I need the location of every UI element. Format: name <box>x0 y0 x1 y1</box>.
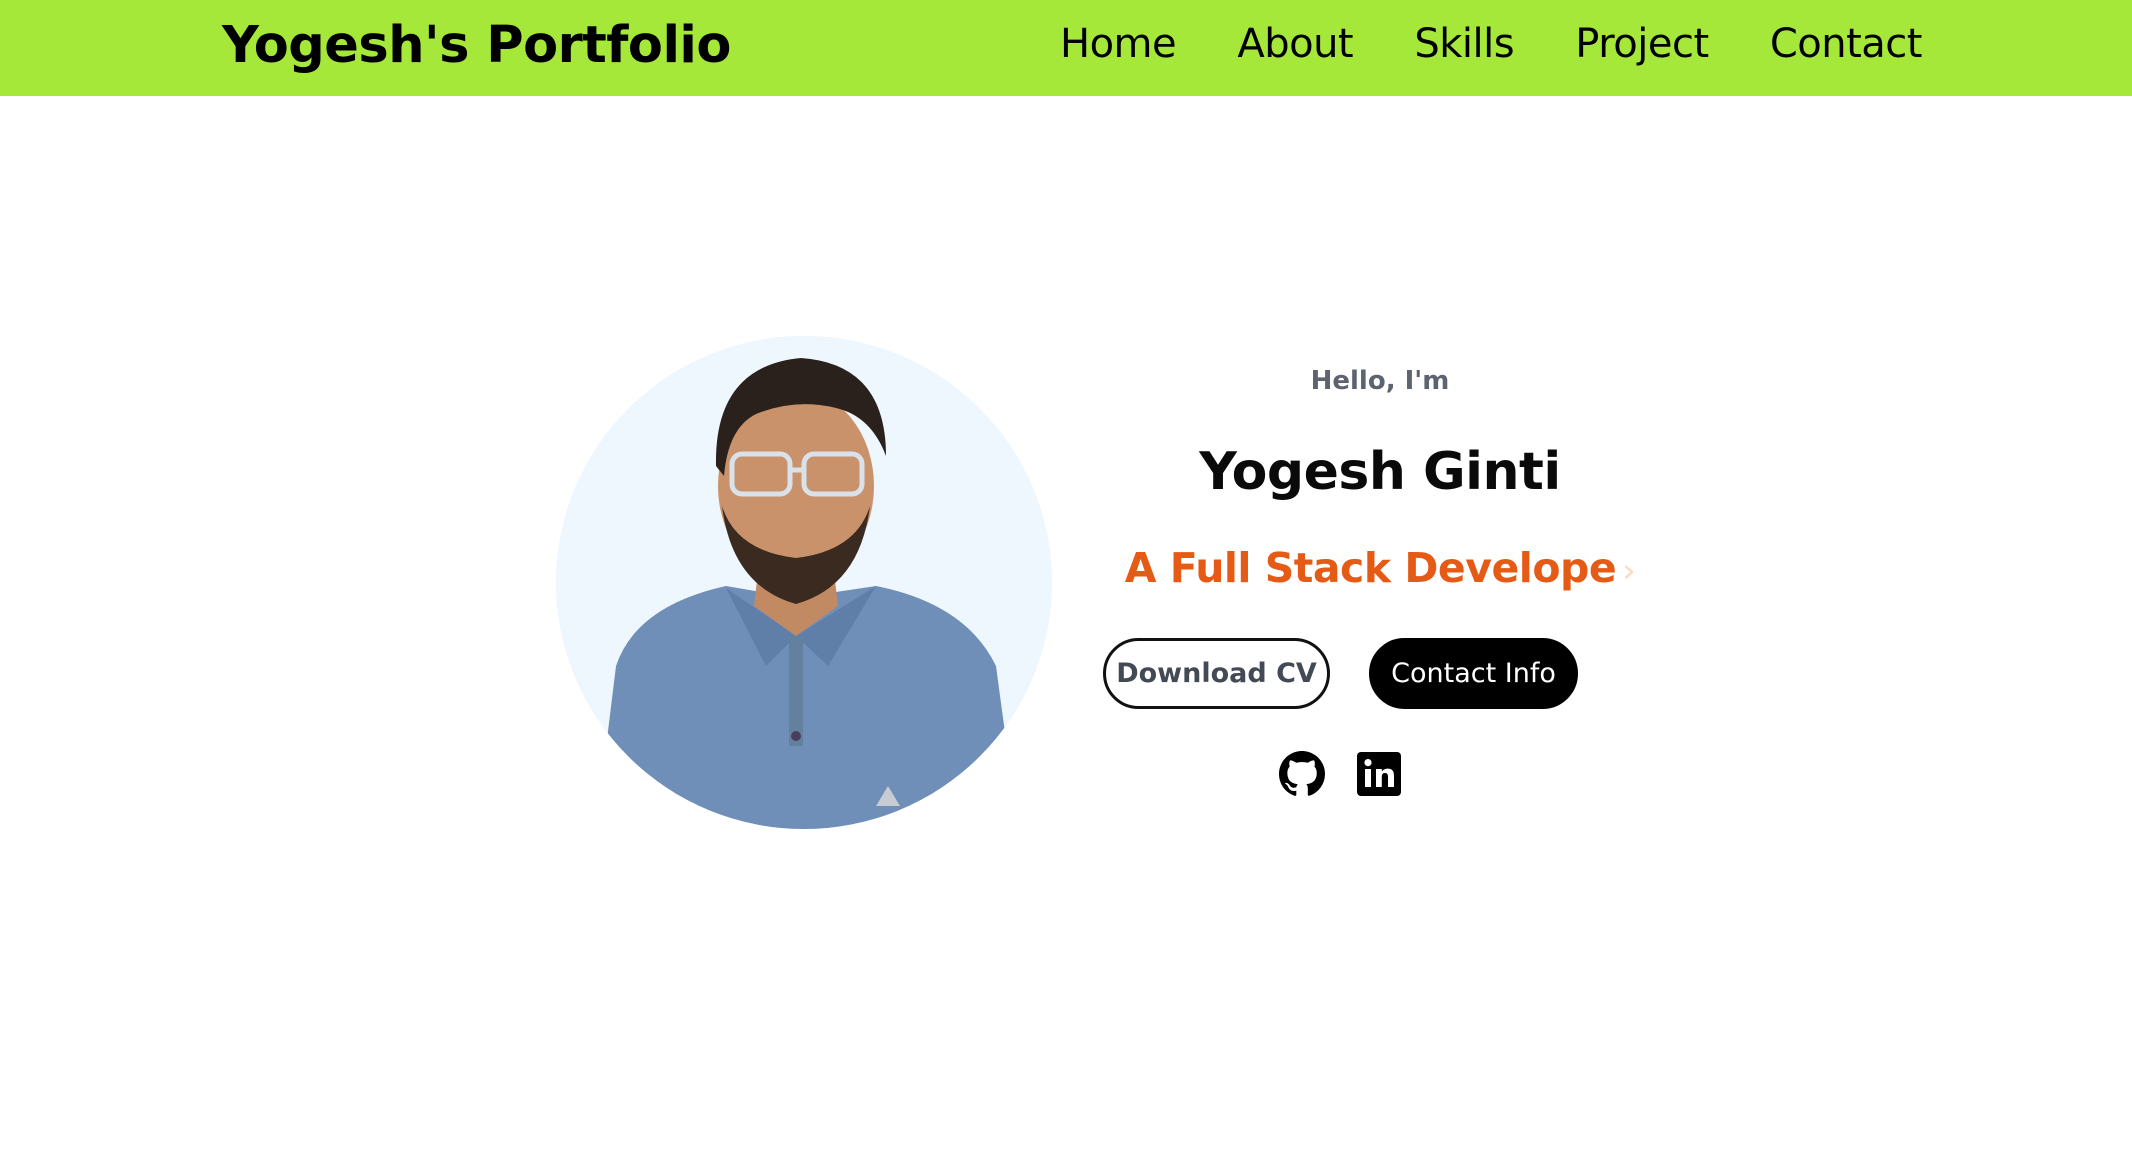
nav-links: Home About Skills Project Contact <box>1060 14 1922 74</box>
typing-cursor-icon: › <box>1622 551 1636 591</box>
navbar: Yogesh's Portfolio Home About Skills Pro… <box>0 0 2132 96</box>
profile-photo-illustration <box>556 336 1052 829</box>
hero-name: Yogesh Ginti <box>1199 442 1561 502</box>
hero-role: A Full Stack Develope › <box>1080 544 1680 592</box>
hero-role-text: A Full Stack Develope <box>1124 544 1617 592</box>
nav-project[interactable]: Project <box>1575 14 1709 74</box>
nav-skills[interactable]: Skills <box>1414 14 1514 74</box>
nav-home[interactable]: Home <box>1060 14 1177 74</box>
nav-about[interactable]: About <box>1237 14 1353 74</box>
greeting-text: Hello, I'm <box>1310 366 1450 396</box>
profile-photo <box>556 336 1052 829</box>
download-cv-button[interactable]: Download CV <box>1103 638 1330 709</box>
contact-info-button[interactable]: Contact Info <box>1369 638 1578 709</box>
brand-title[interactable]: Yogesh's Portfolio <box>222 14 731 78</box>
github-icon <box>1279 751 1325 796</box>
linkedin-icon <box>1357 752 1401 796</box>
github-link[interactable] <box>1278 750 1326 798</box>
nav-contact[interactable]: Contact <box>1770 14 1923 74</box>
linkedin-link[interactable] <box>1355 750 1403 798</box>
